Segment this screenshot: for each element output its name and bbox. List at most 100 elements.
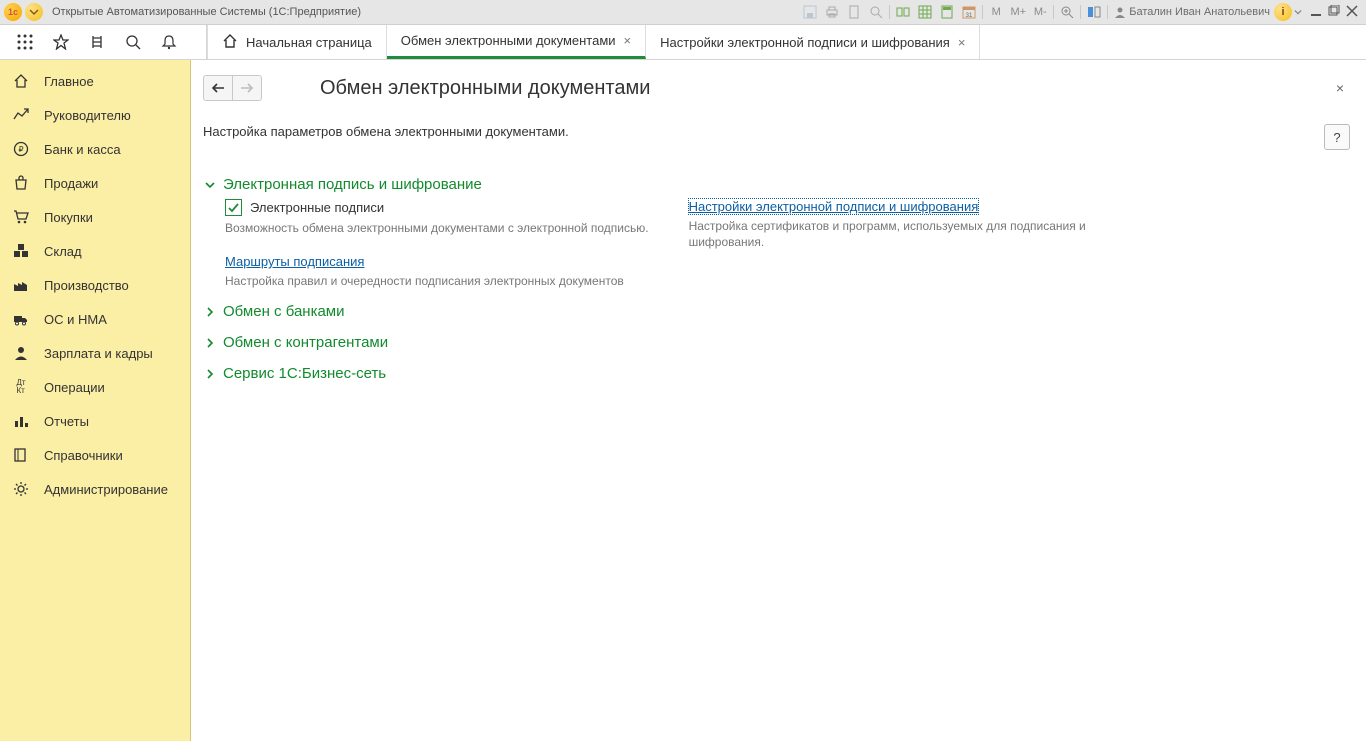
tb-memory-m[interactable]: М (985, 6, 1007, 18)
sidebar-item-label: Покупки (44, 210, 93, 225)
tb-save-icon[interactable] (799, 3, 821, 21)
link-signature-settings[interactable]: Настройки электронной подписи и шифрован… (689, 199, 979, 214)
section-banks-header[interactable]: Обмен с банками (203, 303, 1350, 320)
tab-signature-settings[interactable]: Настройки электронной подписи и шифрован… (646, 25, 980, 59)
sidebar-item-reports[interactable]: Отчеты (0, 404, 190, 438)
sidebar-item-assets[interactable]: ОС и НМА (0, 302, 190, 336)
sidebar-item-label: Склад (44, 244, 82, 259)
sidebar-item-main[interactable]: Главное (0, 64, 190, 98)
checkbox-label: Электронные подписи (250, 200, 384, 215)
tb-calc-icon[interactable] (936, 3, 958, 21)
search-icon[interactable] (124, 33, 142, 51)
tb-info-icon[interactable]: i (1274, 3, 1292, 21)
tb-panel-icon[interactable] (1083, 3, 1105, 21)
section-partners-header[interactable]: Обмен с контрагентами (203, 334, 1350, 351)
chevron-right-icon (203, 369, 217, 379)
section-title: Сервис 1С:Бизнес-сеть (223, 365, 386, 382)
tab-close-icon[interactable]: × (958, 35, 966, 50)
section-service-header[interactable]: Сервис 1С:Бизнес-сеть (203, 365, 1350, 382)
nav-back-button[interactable] (204, 76, 233, 100)
window-title: Открытые Автоматизированные Системы (1С:… (52, 6, 361, 18)
sidebar-item-label: Отчеты (44, 414, 89, 429)
main-toolbar: Начальная страница Обмен электронными до… (0, 25, 1366, 60)
sidebar-item-catalogs[interactable]: Справочники (0, 438, 190, 472)
svg-text:₽: ₽ (18, 145, 23, 154)
sidebar-item-admin[interactable]: Администрирование (0, 472, 190, 506)
tb-print-icon[interactable] (821, 3, 843, 21)
tb-preview-icon[interactable] (865, 3, 887, 21)
tb-zoom-icon[interactable] (1056, 3, 1078, 21)
checkbox-esignature[interactable] (225, 199, 242, 216)
factory-icon (12, 276, 30, 294)
sidebar-item-label: Главное (44, 74, 94, 89)
section-title: Обмен с банками (223, 303, 345, 320)
sidebar-item-sales[interactable]: Продажи (0, 166, 190, 200)
boxes-icon (12, 242, 30, 260)
sidebar-item-label: Администрирование (44, 482, 168, 497)
truck-icon (12, 310, 30, 328)
tb-document-icon[interactable] (843, 3, 865, 21)
tab-label: Настройки электронной подписи и шифрован… (660, 35, 950, 50)
sidebar-item-label: Банк и касса (44, 142, 121, 157)
sidebar-item-label: Производство (44, 278, 129, 293)
titlebar: 1c Открытые Автоматизированные Системы (… (0, 0, 1366, 25)
sidebar-item-warehouse[interactable]: Склад (0, 234, 190, 268)
sidebar-item-bank[interactable]: ₽ Банк и касса (0, 132, 190, 166)
window-maximize-icon[interactable] (1328, 5, 1340, 20)
signature-settings-description: Настройка сертификатов и программ, испол… (689, 218, 1119, 250)
nav-forward-button[interactable] (233, 76, 261, 100)
home-icon (12, 72, 30, 90)
chevron-right-icon (203, 307, 217, 317)
gear-icon (12, 480, 30, 498)
sidebar-item-manager[interactable]: Руководителю (0, 98, 190, 132)
sidebar-item-purchases[interactable]: Покупки (0, 200, 190, 234)
tb-table-icon[interactable] (914, 3, 936, 21)
checkbox-description: Возможность обмена электронными документ… (225, 220, 649, 236)
ruble-icon: ₽ (12, 140, 30, 158)
sidebar-item-label: Зарплата и кадры (44, 346, 153, 361)
chevron-right-icon (203, 338, 217, 348)
sidebar-item-operations[interactable]: ДтКт Операции (0, 370, 190, 404)
sidebar-item-label: ОС и НМА (44, 312, 107, 327)
svg-text:31: 31 (966, 13, 973, 19)
section-title: Обмен с контрагентами (223, 334, 388, 351)
tb-memory-mplus[interactable]: М+ (1007, 6, 1029, 18)
app-1c-icon: 1c (4, 3, 22, 21)
titlebar-dropdown-icon[interactable] (25, 3, 43, 21)
tb-info-dropdown-icon[interactable] (1292, 3, 1304, 21)
apps-grid-icon[interactable] (16, 33, 34, 51)
sidebar-item-production[interactable]: Производство (0, 268, 190, 302)
window-minimize-icon[interactable] (1310, 5, 1322, 20)
home-icon (222, 33, 238, 52)
sidebar-item-label: Продажи (44, 176, 98, 191)
tab-label: Обмен электронными документами (401, 33, 616, 48)
book-icon (12, 446, 30, 464)
sidebar-item-hr[interactable]: Зарплата и кадры (0, 336, 190, 370)
page-title: Обмен электронными документами (320, 77, 650, 100)
tab-label: Начальная страница (246, 35, 372, 50)
sidebar-item-label: Справочники (44, 448, 123, 463)
section-signature-header[interactable]: Электронная подпись и шифрование (203, 176, 1350, 193)
tab-close-icon[interactable]: × (624, 33, 632, 48)
favorites-icon[interactable] (52, 33, 70, 51)
bars-icon (12, 412, 30, 430)
current-user[interactable]: Баталин Иван Анатольевич (1110, 6, 1274, 18)
window-close-icon[interactable] (1346, 5, 1358, 20)
help-button[interactable]: ? (1324, 124, 1350, 150)
dtkt-icon: ДтКт (12, 378, 30, 396)
bag-icon (12, 174, 30, 192)
tab-home[interactable]: Начальная страница (207, 25, 387, 59)
notifications-icon[interactable] (160, 33, 178, 51)
user-icon (1114, 6, 1126, 18)
page-close-icon[interactable]: × (1330, 78, 1350, 98)
routes-description: Настройка правил и очередности подписани… (225, 273, 649, 289)
section-title: Электронная подпись и шифрование (223, 176, 482, 193)
link-signing-routes[interactable]: Маршруты подписания (225, 254, 364, 269)
cart-icon (12, 208, 30, 226)
tab-edo[interactable]: Обмен электронными документами × (387, 25, 646, 59)
tb-calendar-icon[interactable]: 31 (958, 3, 980, 21)
person-icon (12, 344, 30, 362)
history-icon[interactable] (88, 33, 106, 51)
tb-compare-icon[interactable] (892, 3, 914, 21)
tb-memory-mminus[interactable]: М- (1029, 6, 1051, 18)
